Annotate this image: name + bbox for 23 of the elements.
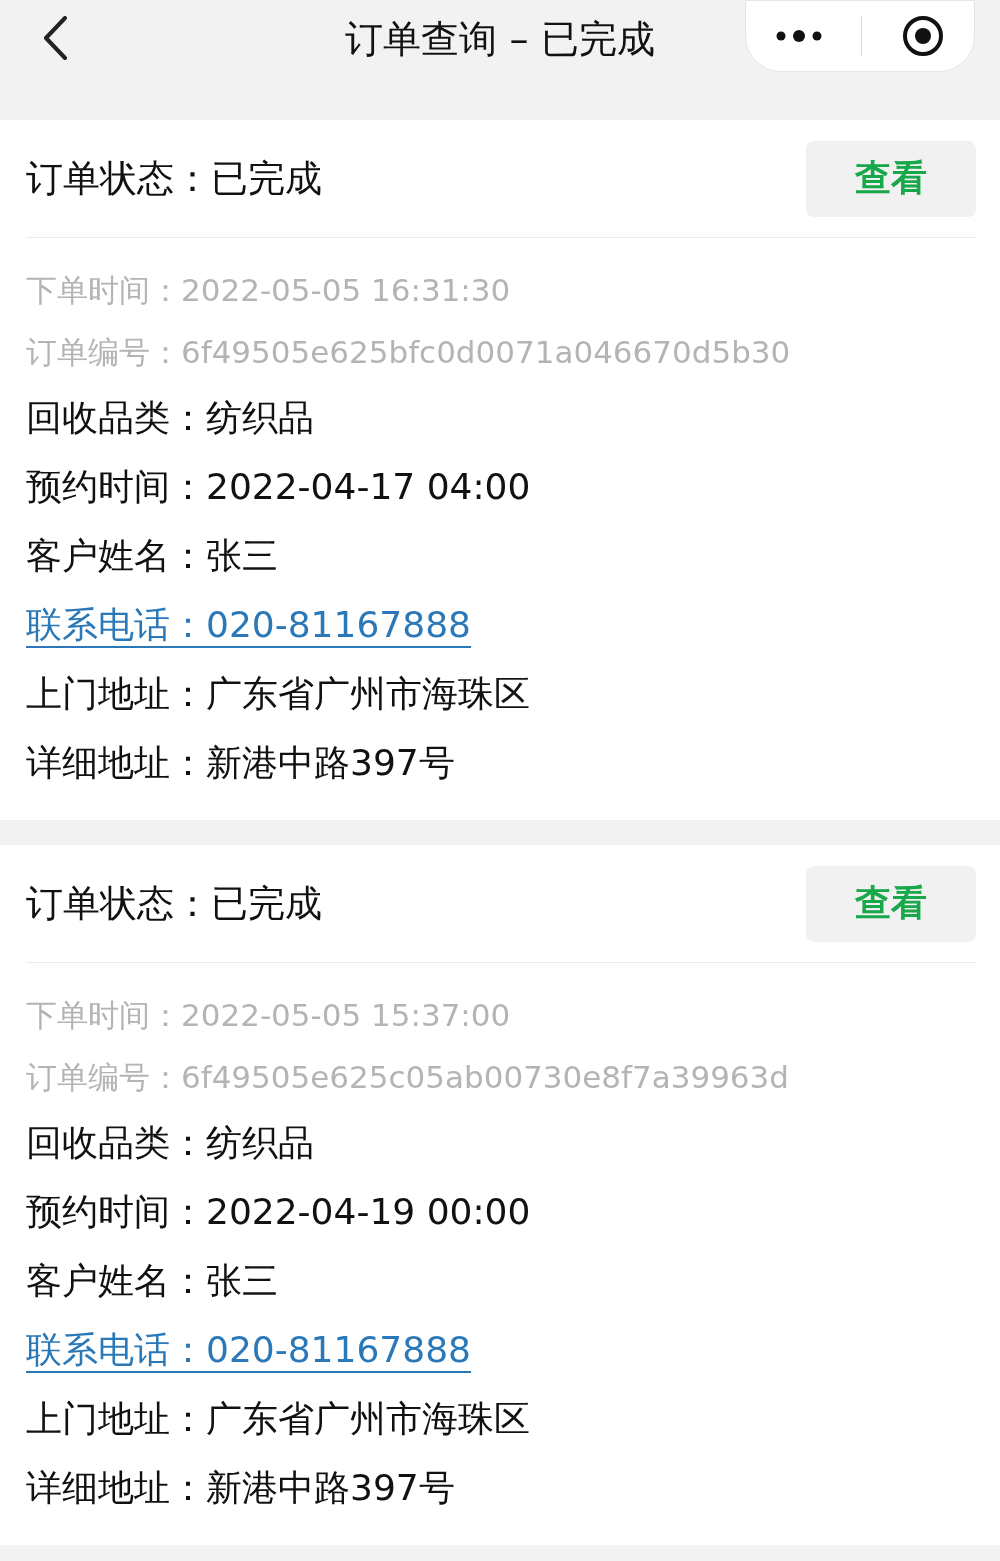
order-field-text: 预约时间：2022-04-19 00:00 (26, 1190, 531, 1234)
order-meta-text: 下单时间：2022-05-05 16:31:30 (26, 271, 511, 310)
order-field-text: 客户姓名：张三 (26, 534, 278, 578)
page-title: 订单查询 – 已完成 (345, 16, 655, 63)
order-status-text: 订单状态：已完成 (26, 880, 322, 927)
order-meta-text: 订单编号：6f49505e625bfc0d0071a046670d5b30 (26, 333, 791, 372)
view-button[interactable]: 查看 (806, 140, 976, 217)
order-meta-text: 下单时间：2022-05-05 15:37:00 (26, 996, 511, 1035)
order-field-text: 详细地址：新港中路397号 (26, 741, 455, 785)
order-field-text: 详细地址：新港中路397号 (26, 1466, 455, 1510)
order-field-text: 预约时间：2022-04-17 04:00 (26, 465, 531, 509)
order-meta-text: 订单编号：6f49505e625c05ab00730e8f7a39963d (26, 1058, 789, 1097)
phone-link[interactable]: 联系电话：020-81167888 (26, 1327, 471, 1374)
order-field-text: 上门地址：广东省广州市海珠区 (26, 672, 530, 716)
more-icon[interactable] (775, 30, 824, 42)
back-icon[interactable] (42, 16, 68, 60)
order-status-text: 订单状态：已完成 (26, 155, 322, 202)
order-field-text: 客户姓名：张三 (26, 1259, 278, 1303)
phone-link[interactable]: 联系电话：020-81167888 (26, 602, 471, 649)
view-button[interactable]: 查看 (806, 865, 976, 942)
order-field-text: 回收品类：纺织品 (26, 1121, 314, 1165)
order-field-text: 上门地址：广东省广州市海珠区 (26, 1397, 530, 1441)
order-field-text: 回收品类：纺织品 (26, 396, 314, 440)
